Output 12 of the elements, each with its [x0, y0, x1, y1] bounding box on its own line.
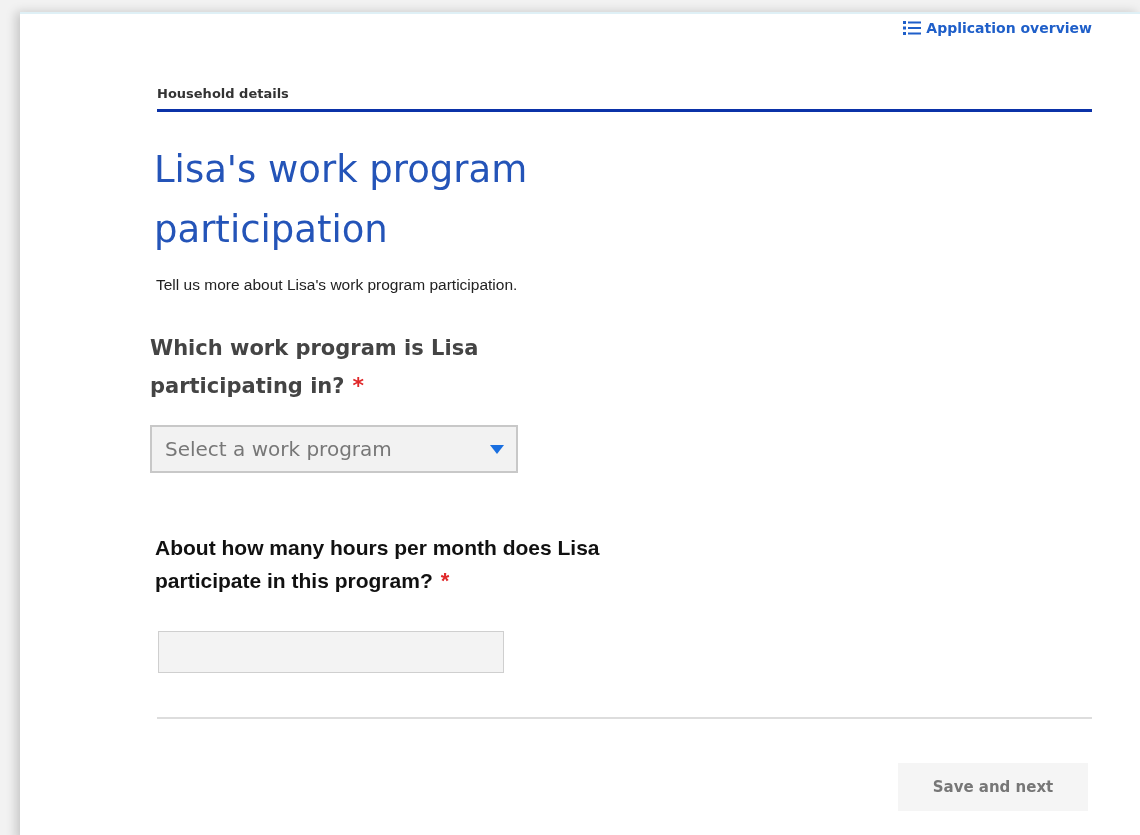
work-program-dropdown[interactable]: Select a work program [150, 425, 518, 473]
list-icon [903, 21, 922, 35]
required-mark: * [440, 568, 450, 593]
page-title: Lisa's work program participation [154, 147, 529, 253]
hours-input-field[interactable] [158, 631, 504, 673]
application-overview-link[interactable]: Application overview [903, 20, 1092, 36]
required-mark: * [352, 373, 365, 398]
intro-text: Tell us more about Lisa's work program participation. [156, 276, 519, 294]
section-label: Household details [157, 86, 1092, 112]
caret-icon [490, 444, 504, 454]
question-label: Which work program is Lisa participating in? * [150, 335, 480, 400]
question-label: About how many hours per month does Lisa participate in this program? * [155, 535, 601, 595]
